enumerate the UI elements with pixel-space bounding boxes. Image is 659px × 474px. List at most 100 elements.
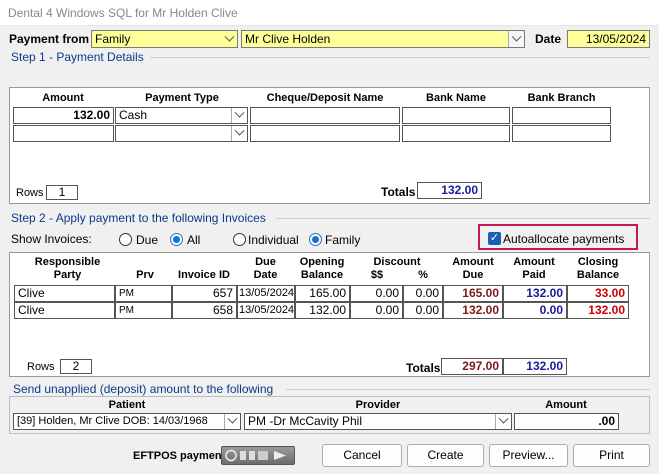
invoice-opening: 165.00 bbox=[295, 285, 350, 302]
invoice-due-date: 13/05/2024 bbox=[237, 302, 295, 319]
col-discount-pct: % bbox=[418, 269, 428, 281]
cheque-name-input[interactable] bbox=[250, 107, 400, 124]
discount-dollars-input[interactable]: 0.00 bbox=[350, 285, 403, 302]
col-bank-name: Bank Name bbox=[426, 92, 486, 104]
invoice-prv: PM bbox=[115, 302, 172, 319]
payment-amount-input[interactable]: 132.00 bbox=[13, 107, 114, 124]
create-button[interactable]: Create bbox=[407, 444, 484, 467]
invoice-party: Clive bbox=[14, 285, 115, 302]
window-title: Dental 4 Windows SQL for Mr Holden Clive bbox=[8, 6, 238, 20]
col-cheque-name: Cheque/Deposit Name bbox=[266, 92, 384, 104]
radio-individual-label[interactable]: Individual bbox=[248, 233, 299, 247]
chevron-down-icon[interactable] bbox=[221, 31, 237, 47]
rows-count[interactable]: 2 bbox=[60, 359, 92, 374]
group-divider bbox=[150, 57, 650, 58]
col-amount: Amount bbox=[42, 92, 84, 104]
unapplied-provider-value: PM -Dr McCavity Phil bbox=[248, 414, 363, 428]
col-prv: Prv bbox=[136, 269, 154, 281]
payment-from-value: Family bbox=[95, 32, 131, 46]
col-bank-branch: Bank Branch bbox=[527, 92, 596, 104]
radio-individual[interactable] bbox=[233, 233, 246, 246]
eftpos-label: EFTPOS payment bbox=[133, 450, 226, 462]
col-due-date: Due Date bbox=[253, 256, 278, 281]
total-amount-due: 297.00 bbox=[441, 358, 503, 375]
payment-type-value: Cash bbox=[119, 108, 148, 122]
window-titlebar: Dental 4 Windows SQL for Mr Holden Clive bbox=[0, 0, 659, 26]
payment-amount-input[interactable] bbox=[13, 125, 114, 142]
invoice-opening: 132.00 bbox=[295, 302, 350, 319]
discount-pct-input[interactable]: 0.00 bbox=[403, 302, 443, 319]
invoice-id: 657 bbox=[172, 285, 237, 302]
rows-label: Rows bbox=[27, 361, 55, 373]
rows-count[interactable]: 1 bbox=[46, 185, 78, 200]
step2-title: Step 2 - Apply payment to the following … bbox=[11, 211, 266, 225]
autoallocate-label[interactable]: Autoallocate payments bbox=[503, 232, 624, 246]
rows-label: Rows bbox=[16, 187, 44, 199]
unapplied-patient-label: Patient bbox=[108, 399, 146, 411]
autoallocate-checkbox[interactable]: ✓ bbox=[488, 232, 501, 245]
payment-from-select[interactable]: Family bbox=[91, 30, 238, 48]
col-discount-dollars: $$ bbox=[370, 269, 384, 281]
invoice-prv: PM bbox=[115, 285, 172, 302]
payment-totals-value: 132.00 bbox=[417, 182, 482, 199]
invoice-closing: 33.00 bbox=[567, 285, 629, 302]
payment-type-select[interactable] bbox=[115, 125, 248, 142]
eftpos-button[interactable] bbox=[221, 446, 295, 465]
col-discount: Discount bbox=[373, 256, 421, 268]
show-invoices-label: Show Invoices: bbox=[11, 232, 92, 246]
unapplied-provider-label: Provider bbox=[355, 399, 401, 411]
radio-family[interactable] bbox=[309, 233, 322, 246]
print-button[interactable]: Print bbox=[573, 444, 650, 467]
col-responsible-party: Responsible Party bbox=[34, 256, 101, 281]
invoice-amount-paid[interactable]: 132.00 bbox=[503, 285, 567, 302]
discount-dollars-input[interactable]: 0.00 bbox=[350, 302, 403, 319]
invoice-amount-due: 132.00 bbox=[443, 302, 503, 319]
bank-name-input[interactable] bbox=[402, 107, 510, 124]
eftpos-icon bbox=[225, 449, 286, 462]
col-opening-balance: Opening Balance bbox=[299, 256, 345, 281]
chevron-down-icon[interactable] bbox=[224, 414, 240, 429]
unapplied-patient-value: [39] Holden, Mr Clive DOB: 14/03/1968 bbox=[17, 415, 208, 427]
total-amount-paid: 132.00 bbox=[503, 358, 567, 375]
chevron-down-icon[interactable] bbox=[231, 108, 247, 123]
group-divider bbox=[286, 389, 650, 390]
invoice-id: 658 bbox=[172, 302, 237, 319]
bank-branch-input[interactable] bbox=[512, 125, 611, 142]
radio-all-label[interactable]: All bbox=[187, 233, 200, 247]
chevron-down-icon[interactable] bbox=[508, 31, 524, 47]
col-amount-due: Amount Due bbox=[452, 256, 494, 281]
patient-select[interactable]: Mr Clive Holden bbox=[241, 30, 525, 48]
cancel-button[interactable]: Cancel bbox=[322, 444, 402, 467]
unapplied-amount-label: Amount bbox=[545, 399, 587, 411]
step1-title: Step 1 - Payment Details bbox=[11, 50, 144, 64]
date-field[interactable]: 13/05/2024 bbox=[567, 30, 650, 48]
group-divider bbox=[276, 218, 650, 219]
date-label: Date bbox=[535, 32, 562, 46]
radio-due-label[interactable]: Due bbox=[136, 233, 158, 247]
patient-value: Mr Clive Holden bbox=[245, 32, 331, 46]
bank-name-input[interactable] bbox=[402, 125, 510, 142]
invoice-amount-due: 165.00 bbox=[443, 285, 503, 302]
discount-pct-input[interactable]: 0.00 bbox=[403, 285, 443, 302]
radio-due[interactable] bbox=[119, 233, 132, 246]
unapplied-amount-input[interactable]: .00 bbox=[514, 413, 619, 430]
radio-all[interactable] bbox=[170, 233, 183, 246]
invoice-due-date: 13/05/2024 bbox=[237, 285, 295, 302]
col-invoice-id: Invoice ID bbox=[178, 269, 230, 281]
preview-button[interactable]: Preview... bbox=[489, 444, 568, 467]
cheque-name-input[interactable] bbox=[250, 125, 400, 142]
chevron-down-icon[interactable] bbox=[495, 414, 511, 429]
totals-label: Totals bbox=[406, 361, 441, 375]
payment-from-label: Payment from bbox=[9, 32, 90, 46]
radio-family-label[interactable]: Family bbox=[325, 233, 360, 247]
unapplied-patient-select[interactable]: [39] Holden, Mr Clive DOB: 14/03/1968 bbox=[13, 413, 241, 430]
invoice-amount-paid[interactable]: 0.00 bbox=[503, 302, 567, 319]
payment-type-select[interactable]: Cash bbox=[115, 107, 248, 124]
unapplied-provider-select[interactable]: PM -Dr McCavity Phil bbox=[244, 413, 512, 430]
bank-branch-input[interactable] bbox=[512, 107, 611, 124]
col-closing-balance: Closing Balance bbox=[576, 256, 620, 281]
totals-label: Totals bbox=[381, 185, 416, 199]
unapplied-title: Send unapplied (deposit) amount to the f… bbox=[13, 382, 274, 396]
chevron-down-icon[interactable] bbox=[231, 126, 247, 141]
invoice-party: Clive bbox=[14, 302, 115, 319]
